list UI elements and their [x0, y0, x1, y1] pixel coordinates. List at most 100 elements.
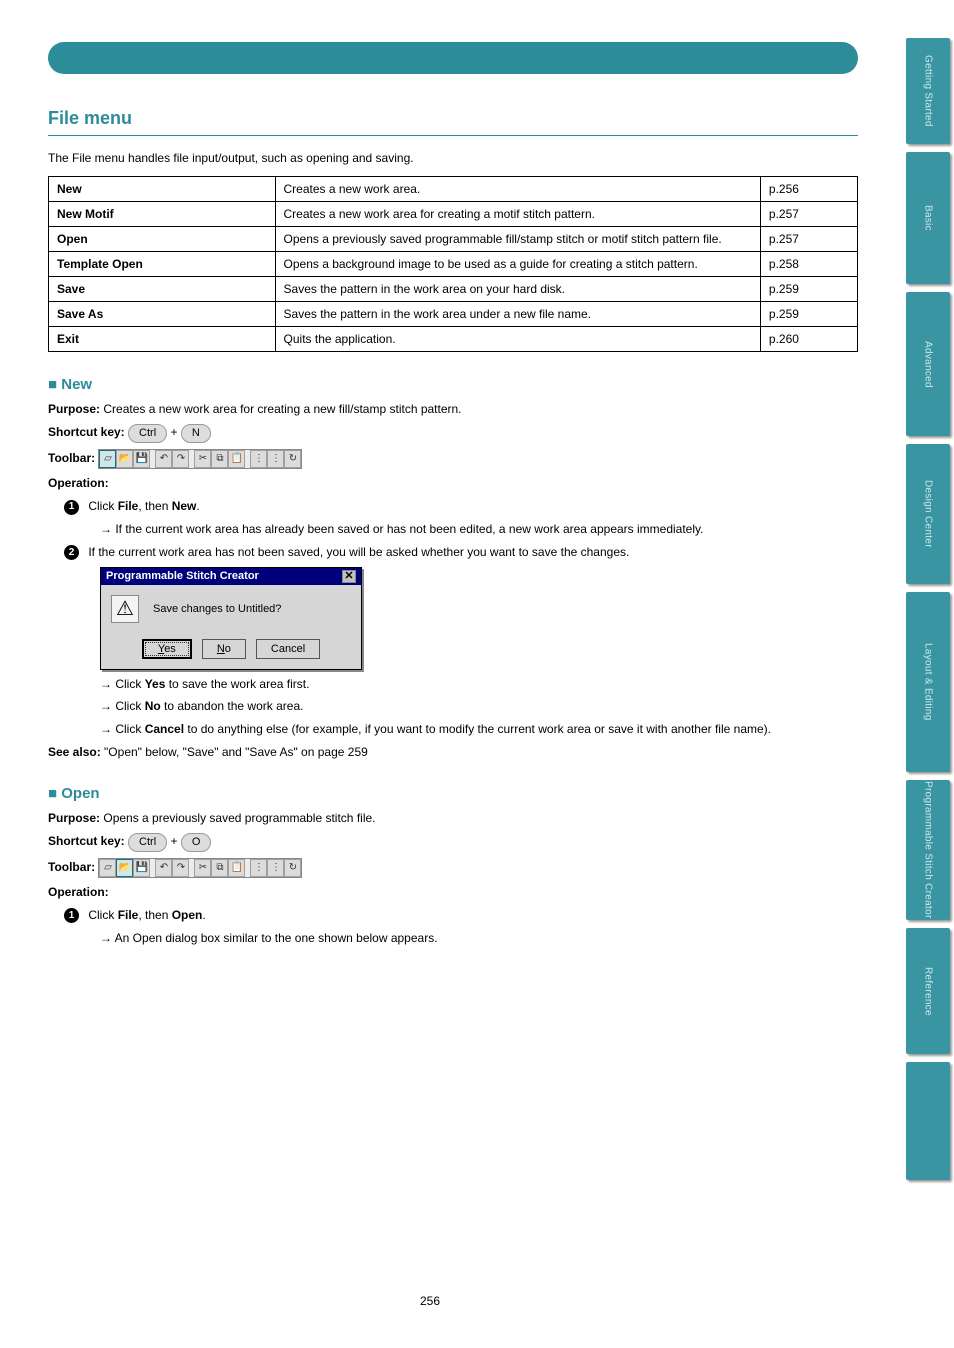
- open-purpose-text: Opens a previously saved programmable st…: [103, 811, 375, 825]
- table-row: OpenOpens a previously saved programmabl…: [49, 227, 858, 252]
- tab-blank: [906, 1062, 950, 1180]
- open-step1-result: → An Open dialog box similar to the one …: [100, 930, 858, 947]
- toolbar-save-icon[interactable]: 💾: [133, 859, 150, 877]
- dialog-titlebar: Programmable Stitch Creator ✕: [101, 568, 361, 585]
- step1-file: File: [118, 499, 139, 513]
- label-toolbar-open: Toolbar:: [48, 860, 95, 874]
- toolbar-new-icon[interactable]: ▱: [99, 450, 116, 468]
- step1-text-c: , then: [138, 499, 171, 513]
- save-dialog: Programmable Stitch Creator ✕ ⚠ Save cha…: [100, 567, 362, 670]
- tab-reference[interactable]: Reference: [906, 928, 950, 1054]
- toolbar-copy-icon[interactable]: ⧉: [211, 450, 228, 468]
- purpose-cell: Creates a new work area for creating a m…: [275, 202, 760, 227]
- warning-icon: ⚠: [111, 595, 139, 623]
- toolbar-strip-open: ▱📂💾↶↷✂⧉📋⋮⋮↻: [98, 858, 302, 878]
- tab-layout-editing[interactable]: Layout & Editing: [906, 592, 950, 772]
- step1-new: New: [172, 499, 197, 513]
- page-cell: p.259: [760, 277, 857, 302]
- tab-getting-started[interactable]: Getting Started: [906, 38, 950, 144]
- page-content: File menu The File menu handles file inp…: [48, 108, 858, 952]
- toolbar-misc1-icon[interactable]: ⋮: [250, 450, 267, 468]
- step1-result: → If the current work area has already b…: [100, 521, 858, 538]
- page-cell: p.260: [760, 327, 857, 352]
- dialog-message: Save changes to Untitled?: [153, 603, 281, 615]
- step-number-2: 2: [64, 545, 79, 560]
- step-1: 1 Click File, then New.: [64, 498, 858, 515]
- label-purpose: Purpose:: [48, 402, 100, 416]
- toolbar-paste-icon[interactable]: 📋: [228, 859, 245, 877]
- page-number: 256: [0, 1294, 860, 1308]
- toolbar-paste-icon[interactable]: 📋: [228, 450, 245, 468]
- label-purpose-open: Purpose:: [48, 811, 100, 825]
- table-row: New MotifCreates a new work area for cre…: [49, 202, 858, 227]
- toolbar-undo-icon[interactable]: ↶: [155, 859, 172, 877]
- file-menu-table: NewCreates a new work area.p.256 New Mot…: [48, 176, 858, 352]
- menu-cell: New Motif: [49, 202, 276, 227]
- toolbar-redo-icon[interactable]: ↷: [172, 859, 189, 877]
- cancel-button[interactable]: Cancel: [256, 639, 320, 659]
- toolbar-misc2-icon[interactable]: ⋮: [267, 450, 284, 468]
- tab-design-center[interactable]: Design Center: [906, 444, 950, 584]
- purpose-cell: Quits the application.: [275, 327, 760, 352]
- tab-programmable-stitch[interactable]: Programmable Stitch Creator: [906, 780, 950, 920]
- step1-text-a: Click: [88, 499, 117, 513]
- page-cell: p.258: [760, 252, 857, 277]
- step1-text-e: .: [196, 499, 199, 513]
- toolbar-misc2-icon[interactable]: ⋮: [267, 859, 284, 877]
- key-ctrl: Ctrl: [128, 424, 167, 443]
- toolbar-save-icon[interactable]: 💾: [133, 450, 150, 468]
- tab-label: Programmable Stitch Creator: [923, 781, 934, 919]
- yes-button[interactable]: Yes: [142, 639, 192, 659]
- open-subheading: ■ Open: [48, 785, 858, 802]
- table-row: Template OpenOpens a background image to…: [49, 252, 858, 277]
- purpose-cell: Opens a previously saved programmable fi…: [275, 227, 760, 252]
- followup-2: → Click No to abandon the work area.: [100, 698, 858, 715]
- open-title: Open: [61, 785, 99, 802]
- key-o: O: [181, 833, 212, 852]
- menu-cell: Save: [49, 277, 276, 302]
- tab-label: Basic: [923, 205, 934, 231]
- toolbar-refresh-icon[interactable]: ↻: [284, 450, 301, 468]
- label-toolbar: Toolbar:: [48, 452, 95, 466]
- toolbar-new-icon[interactable]: ▱: [99, 859, 116, 877]
- toolbar-open-icon[interactable]: 📂: [116, 859, 133, 877]
- heading-rule: [48, 135, 858, 136]
- toolbar-cut-icon[interactable]: ✂: [194, 450, 211, 468]
- page-cell: p.257: [760, 227, 857, 252]
- toolbar-undo-icon[interactable]: ↶: [155, 450, 172, 468]
- step-2: 2 If the current work area has not been …: [64, 544, 858, 561]
- table-row: ExitQuits the application.p.260: [49, 327, 858, 352]
- table-row: NewCreates a new work area.p.256: [49, 177, 858, 202]
- step2-text: If the current work area has not been sa…: [88, 545, 629, 559]
- toolbar-cut-icon[interactable]: ✂: [194, 859, 211, 877]
- tab-label: Advanced: [923, 341, 934, 388]
- page-cell: p.257: [760, 202, 857, 227]
- step-number-1: 1: [64, 500, 79, 515]
- header-bar: [48, 42, 858, 74]
- tab-basic[interactable]: Basic: [906, 152, 950, 284]
- side-tabs: Getting Started Basic Advanced Design Ce…: [906, 38, 950, 1188]
- toolbar-copy-icon[interactable]: ⧉: [211, 859, 228, 877]
- tab-label: Layout & Editing: [923, 643, 934, 721]
- menu-cell: Save As: [49, 302, 276, 327]
- seealso-text: "Open" below, "Save" and "Save As" on pa…: [104, 745, 368, 759]
- menu-cell: Template Open: [49, 252, 276, 277]
- followup-1: → Click Yes to save the work area first.: [100, 676, 858, 693]
- label-operation-open: Operation:: [48, 884, 858, 901]
- menu-cell: Open: [49, 227, 276, 252]
- no-button[interactable]: No: [202, 639, 246, 659]
- tab-advanced[interactable]: Advanced: [906, 292, 950, 436]
- label-shortcut: Shortcut key:: [48, 425, 125, 439]
- open-step-1: 1 Click File, then Open.: [64, 907, 858, 924]
- close-icon[interactable]: ✕: [342, 570, 356, 583]
- page-cell: p.259: [760, 302, 857, 327]
- toolbar-misc1-icon[interactable]: ⋮: [250, 859, 267, 877]
- table-row: Save AsSaves the pattern in the work are…: [49, 302, 858, 327]
- step-number-1b: 1: [64, 908, 79, 923]
- menu-cell: Exit: [49, 327, 276, 352]
- file-menu-heading: File menu: [48, 108, 858, 129]
- file-menu-intro: The File menu handles file input/output,…: [48, 150, 858, 166]
- toolbar-open-icon[interactable]: 📂: [116, 450, 133, 468]
- toolbar-refresh-icon[interactable]: ↻: [284, 859, 301, 877]
- toolbar-redo-icon[interactable]: ↷: [172, 450, 189, 468]
